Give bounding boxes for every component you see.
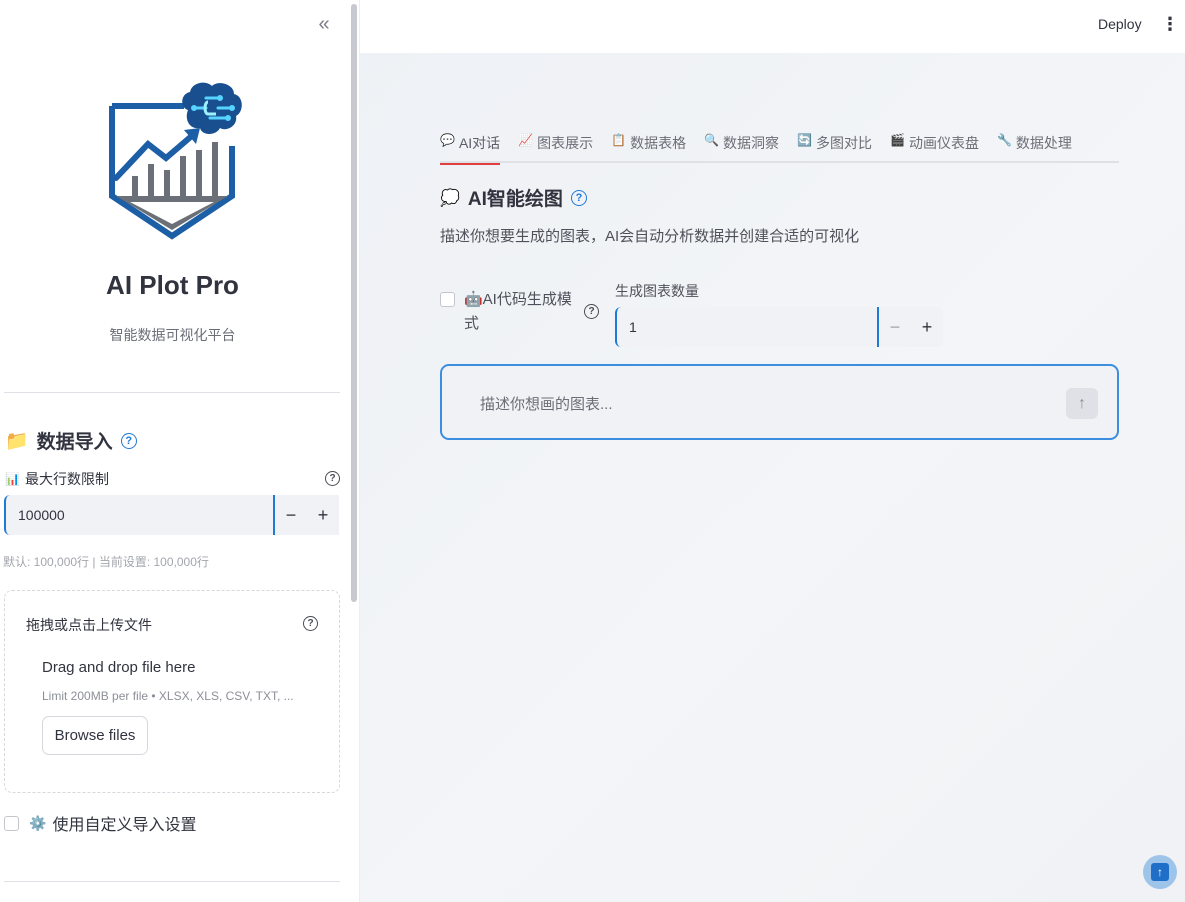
max-rows-label-text: 最大行数限制 xyxy=(24,471,109,487)
ai-code-mode-checkbox-row[interactable]: 🤖AI代码生成模式 xyxy=(440,290,574,336)
increment-button[interactable]: + xyxy=(911,307,943,347)
chart-count-label: 生成图表数量 xyxy=(615,283,699,299)
max-rows-input[interactable]: 100000 xyxy=(4,495,275,535)
top-bar: Deploy ⋮ xyxy=(360,0,1185,53)
app-subtitle: 智能数据可视化平台 xyxy=(109,327,236,343)
data-import-heading: 📁 数据导入 ? xyxy=(5,427,137,454)
sidebar-scrollbar[interactable] xyxy=(351,4,357,602)
wrench-icon: 🔧 xyxy=(996,133,1012,147)
drag-drop-text: Drag and drop file here xyxy=(42,659,196,676)
max-rows-label: 📊 最大行数限制 xyxy=(5,469,109,489)
decrement-button[interactable]: − xyxy=(275,495,307,535)
increment-button[interactable]: + xyxy=(307,495,339,535)
help-icon[interactable]: ? xyxy=(325,471,340,486)
double-chevron-left-icon: « xyxy=(318,12,330,35)
tab-multi-compare[interactable]: 🔄 多图对比 xyxy=(797,128,872,163)
tab-data-table[interactable]: 📋 数据表格 xyxy=(611,128,686,163)
send-button[interactable]: ↑ xyxy=(1066,388,1098,419)
tab-bar: 💬 AI对话 📈 图表展示 📋 数据表格 🔍 数据洞察 🔄 多图对比 🎬 动画仪… xyxy=(440,128,1119,165)
sidebar: « AI Plot Pro 智能数据可视化平台 📁 数据导入 ? 📊 最大行数限… xyxy=(0,0,360,902)
page-description: 描述你想要生成的图表，AI会自动分析数据并创建合适的可视化 xyxy=(440,228,860,245)
tab-data-insights[interactable]: 🔍 数据洞察 xyxy=(704,128,779,163)
main-menu-icon[interactable]: ⋮ xyxy=(1161,14,1179,34)
chat-input-box[interactable]: 描述你想画的图表... ↑ xyxy=(440,364,1119,440)
help-icon[interactable]: ? xyxy=(303,616,318,631)
sidebar-divider xyxy=(4,881,340,882)
page-heading: 💭 AI智能绘图 ? xyxy=(440,184,587,211)
gear-icon: ⚙️ xyxy=(29,814,47,831)
chart-count-input[interactable]: 1 xyxy=(615,307,879,347)
decrement-button[interactable]: − xyxy=(879,307,911,347)
ai-code-mode-label: 🤖AI代码生成模式 xyxy=(464,291,572,332)
max-rows-hint: 默认: 100,000行 | 当前设置: 100,000行 xyxy=(3,555,209,569)
tab-label: 图表展示 xyxy=(537,135,594,151)
folder-icon: 📁 xyxy=(5,430,29,452)
bar-chart-icon: 📊 xyxy=(5,472,20,486)
tab-label: 数据处理 xyxy=(1015,135,1072,151)
help-icon[interactable]: ? xyxy=(584,304,599,319)
arrow-up-icon: ↑ xyxy=(1078,394,1086,412)
max-rows-stepper: 100000 − + xyxy=(4,495,339,535)
custom-import-checkbox-row[interactable]: ⚙️ 使用自定义导入设置 xyxy=(4,811,196,835)
section-title: 数据导入 xyxy=(36,432,113,453)
line-chart-icon: 📈 xyxy=(518,133,534,147)
upload-limit-text: Limit 200MB per file • XLSX, XLS, CSV, T… xyxy=(42,689,294,703)
tab-label: 多图对比 xyxy=(816,135,872,151)
tab-label: 数据表格 xyxy=(630,135,687,151)
page-title: AI智能绘图 xyxy=(467,189,563,210)
speech-bubble-icon: 💬 xyxy=(440,133,455,147)
thought-bubble-icon: 💭 xyxy=(440,189,460,207)
app-title: AI Plot Pro xyxy=(106,270,239,300)
clapper-icon: 🎬 xyxy=(890,133,905,147)
deploy-button[interactable]: Deploy xyxy=(1098,16,1142,32)
tab-animated-dashboard[interactable]: 🎬 动画仪表盘 xyxy=(890,128,979,163)
magnifier-icon: 🔍 xyxy=(704,133,720,147)
upload-arrow-icon: ↑ xyxy=(1151,863,1169,881)
tab-label: 数据洞察 xyxy=(723,135,780,151)
refresh-icon: 🔄 xyxy=(797,133,812,147)
ai-code-mode-checkbox[interactable] xyxy=(440,292,455,307)
floating-action-button[interactable]: ↑ xyxy=(1143,855,1177,889)
tab-ai-chat[interactable]: 💬 AI对话 xyxy=(440,128,501,165)
chat-input[interactable]: 描述你想画的图表... xyxy=(480,393,613,414)
browse-files-button[interactable]: Browse files xyxy=(42,716,148,755)
clipboard-icon: 📋 xyxy=(611,133,627,147)
ai-plot-logo xyxy=(109,82,242,240)
file-uploader[interactable]: 拖拽或点击上传文件 ? Drag and drop file here Limi… xyxy=(4,590,340,793)
sidebar-divider xyxy=(4,392,340,393)
help-icon[interactable]: ? xyxy=(120,432,137,449)
tab-label: AI对话 xyxy=(458,135,501,151)
main-area: Deploy ⋮ 💬 AI对话 📈 图表展示 📋 数据表格 🔍 数据洞察 🔄 多… xyxy=(360,0,1185,902)
help-icon[interactable]: ? xyxy=(570,189,587,206)
custom-import-checkbox[interactable] xyxy=(4,815,19,831)
tab-chart-display[interactable]: 📈 图表展示 xyxy=(518,128,593,163)
uploader-label: 拖拽或点击上传文件 xyxy=(26,617,152,633)
chart-count-stepper: 1 − + xyxy=(615,307,943,347)
collapse-sidebar-button[interactable]: « xyxy=(312,12,336,36)
custom-import-label: 使用自定义导入设置 xyxy=(52,817,197,834)
tab-label: 动画仪表盘 xyxy=(908,135,979,151)
tab-data-processing[interactable]: 🔧 数据处理 xyxy=(997,128,1072,163)
